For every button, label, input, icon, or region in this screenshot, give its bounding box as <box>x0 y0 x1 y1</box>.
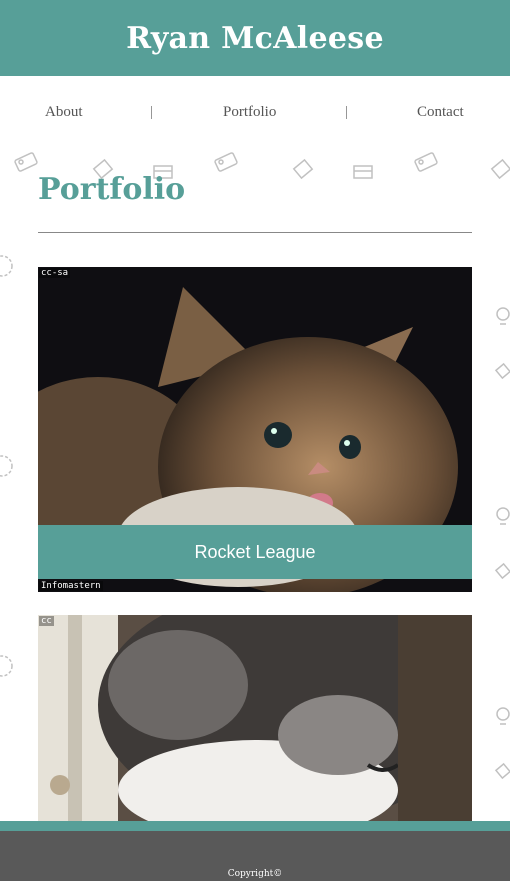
nav-link-about[interactable]: About <box>45 104 83 121</box>
box-icon <box>353 165 373 179</box>
gamepad-icon <box>414 152 438 172</box>
heading-divider <box>38 232 472 233</box>
gear-icon <box>0 255 13 277</box>
site-header: Ryan McAleese <box>0 0 510 76</box>
eraser-icon <box>494 762 510 780</box>
project-card[interactable]: cc <box>38 615 472 821</box>
image-license-tag: cc <box>39 616 54 626</box>
nav-separator: | <box>150 104 154 120</box>
eraser-icon <box>292 158 314 180</box>
kitten-photo <box>38 615 472 821</box>
footer-accent-strip <box>0 821 510 831</box>
main-nav: About | Portfolio | Contact <box>0 100 510 128</box>
lightbulb-icon <box>496 707 510 725</box>
gamepad-icon <box>214 152 238 172</box>
copyright-text: Copyright© <box>227 869 283 879</box>
gear-icon <box>0 655 13 677</box>
site-footer: Copyright© <box>0 831 510 881</box>
site-title: Ryan McAleese <box>126 20 384 56</box>
eraser-icon <box>494 362 510 380</box>
project-caption[interactable]: Rocket League <box>38 525 472 579</box>
nav-link-contact[interactable]: Contact <box>417 104 464 121</box>
project-card[interactable]: cc-sa Infomastern Rocket League <box>38 267 472 592</box>
gear-icon <box>0 455 13 477</box>
nav-separator: | <box>345 104 349 120</box>
image-license-tag: cc-sa <box>39 268 71 278</box>
nav-link-portfolio[interactable]: Portfolio <box>223 104 276 121</box>
lightbulb-icon <box>496 307 510 325</box>
page-title: Portfolio <box>38 172 186 207</box>
eraser-icon <box>490 158 510 180</box>
lightbulb-icon <box>496 507 510 525</box>
image-credit-tag: Infomastern <box>39 581 103 591</box>
eraser-icon <box>494 562 510 580</box>
